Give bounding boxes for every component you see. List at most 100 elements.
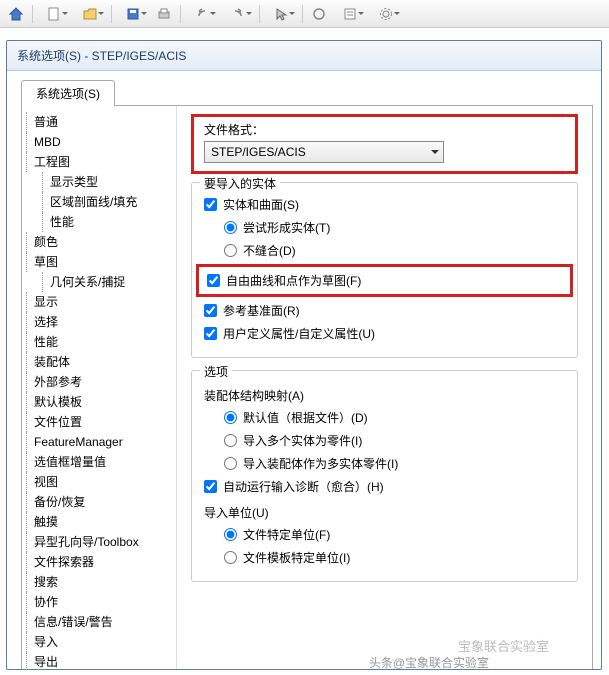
tree-item[interactable]: 文件位置 xyxy=(26,412,172,432)
tab-system-options[interactable]: 系统选项(S) xyxy=(21,80,115,106)
radio-file-units[interactable]: 文件特定单位(F) xyxy=(204,523,565,546)
tree-item[interactable]: 默认模板 xyxy=(26,392,172,412)
radio-no-stitch[interactable]: 不缝合(D) xyxy=(204,239,565,262)
tree-item[interactable]: FeatureManager xyxy=(26,432,172,452)
tree-item[interactable]: 显示类型 xyxy=(26,172,172,192)
label: 自由曲线和点作为草图(F) xyxy=(226,272,361,289)
check-ref-plane[interactable]: 参考基准面(R) xyxy=(204,299,565,322)
group-title: 选项 xyxy=(200,363,232,380)
checkbox[interactable] xyxy=(204,304,217,317)
tab-content: 普通MBD工程图显示类型区域剖面线/填充性能颜色草图几何关系/捕捉显示选择性能装… xyxy=(21,105,593,670)
label: 不缝合(D) xyxy=(243,242,296,259)
tree-item[interactable]: MBD xyxy=(26,132,172,152)
label: 文件模板特定单位(I) xyxy=(243,549,350,566)
select-icon[interactable] xyxy=(264,3,298,25)
radio-try-solid[interactable]: 尝试形成实体(T) xyxy=(204,216,565,239)
settings-pane: 文件格式： STEP/IGES/ACIS 要导入的实体 实体和曲面(S) 尝试形… xyxy=(177,106,592,669)
check-custom-props[interactable]: 用户定义属性/自定义属性(U) xyxy=(204,322,565,345)
radio-import-multi-parts[interactable]: 导入多个实体为零件(I) xyxy=(204,429,565,452)
tree-item[interactable]: 区域剖面线/填充 xyxy=(26,192,172,212)
label: 用户定义属性/自定义属性(U) xyxy=(223,325,375,342)
checkbox[interactable] xyxy=(207,274,220,287)
radio-import-assembly-multi[interactable]: 导入装配体作为多实体零件(I) xyxy=(204,452,565,475)
label: 导入装配体作为多实体零件(I) xyxy=(243,455,398,472)
label: 导入多个实体为零件(I) xyxy=(243,432,362,449)
import-units-label: 导入单位(U) xyxy=(204,498,565,523)
rebuild-icon[interactable] xyxy=(307,3,331,25)
redo-icon[interactable] xyxy=(221,3,255,25)
options-dialog: 系统选项(S) - STEP/IGES/ACIS 系统选项(S) 普通MBD工程… xyxy=(6,40,602,670)
import-entities-group: 要导入的实体 实体和曲面(S) 尝试形成实体(T) 不缝合(D) 自由曲线和 xyxy=(191,182,578,358)
tree-item[interactable]: 备份/恢复 xyxy=(26,492,172,512)
tree-item[interactable]: 信息/错误/警告 xyxy=(26,612,172,632)
tree-item[interactable]: 性能 xyxy=(26,332,172,352)
tabs-area: 系统选项(S) xyxy=(7,71,601,105)
separator xyxy=(302,5,303,23)
tree-item[interactable]: 显示 xyxy=(26,292,172,312)
radio-default-by-file[interactable]: 默认值（根据文件）(D) xyxy=(204,406,565,429)
tree-item[interactable]: 外部参考 xyxy=(26,372,172,392)
save-icon[interactable] xyxy=(116,3,150,25)
separator xyxy=(111,5,112,23)
tab-label: 系统选项(S) xyxy=(36,87,100,101)
tree-item[interactable]: 普通 xyxy=(26,112,172,132)
tree-item[interactable]: 导入 xyxy=(26,632,172,652)
radio[interactable] xyxy=(224,434,237,447)
radio[interactable] xyxy=(224,528,237,541)
home-icon[interactable] xyxy=(4,3,28,25)
label: 自动运行输入诊断（愈合）(H) xyxy=(223,478,384,495)
radio[interactable] xyxy=(224,244,237,257)
radio[interactable] xyxy=(224,221,237,234)
dialog-titlebar: 系统选项(S) - STEP/IGES/ACIS xyxy=(7,41,601,71)
radio[interactable] xyxy=(224,551,237,564)
check-solid-surface[interactable]: 实体和曲面(S) xyxy=(204,193,565,216)
app-toolbar xyxy=(0,0,609,28)
separator xyxy=(180,5,181,23)
dropdown-value: STEP/IGES/ACIS xyxy=(211,145,306,159)
options-group: 选项 装配体结构映射(A) 默认值（根据文件）(D) 导入多个实体为零件(I) … xyxy=(191,370,578,582)
tree-item[interactable]: 选值框增量值 xyxy=(26,452,172,472)
properties-icon[interactable] xyxy=(333,3,367,25)
tree-item[interactable]: 异型孔向导/Toolbox xyxy=(26,532,172,552)
tree-item[interactable]: 几何关系/捕捉 xyxy=(26,272,172,292)
tree-item[interactable]: 文件探索器 xyxy=(26,552,172,572)
label: 文件特定单位(F) xyxy=(243,526,330,543)
free-curves-highlight: 自由曲线和点作为草图(F) xyxy=(196,264,573,297)
category-tree: 普通MBD工程图显示类型区域剖面线/填充性能颜色草图几何关系/捕捉显示选择性能装… xyxy=(22,106,177,669)
tree-item[interactable]: 工程图 xyxy=(26,152,172,172)
check-auto-diagnostics[interactable]: 自动运行输入诊断（愈合）(H) xyxy=(204,475,565,498)
tree-item[interactable]: 性能 xyxy=(26,212,172,232)
print-icon[interactable] xyxy=(152,3,176,25)
file-format-label: 文件格式： xyxy=(204,121,565,138)
radio-template-units[interactable]: 文件模板特定单位(I) xyxy=(204,546,565,569)
options-gear-icon[interactable] xyxy=(369,3,403,25)
open-file-icon[interactable] xyxy=(73,3,107,25)
undo-icon[interactable] xyxy=(185,3,219,25)
checkbox[interactable] xyxy=(204,480,217,493)
tree-item[interactable]: 视图 xyxy=(26,472,172,492)
checkbox[interactable] xyxy=(204,198,217,211)
radio[interactable] xyxy=(224,411,237,424)
dialog-title: 系统选项(S) - STEP/IGES/ACIS xyxy=(17,49,186,63)
tree-item[interactable]: 装配体 xyxy=(26,352,172,372)
label: 默认值（根据文件）(D) xyxy=(243,409,368,426)
tree-item[interactable]: 触摸 xyxy=(26,512,172,532)
tree-item[interactable]: 颜色 xyxy=(26,232,172,252)
separator xyxy=(32,5,33,23)
file-format-dropdown[interactable]: STEP/IGES/ACIS xyxy=(204,141,444,163)
tree-item[interactable]: 选择 xyxy=(26,312,172,332)
check-free-curves[interactable]: 自由曲线和点作为草图(F) xyxy=(207,269,562,292)
separator xyxy=(259,5,260,23)
tree-item[interactable]: 草图 xyxy=(26,252,172,272)
label: 参考基准面(R) xyxy=(223,302,300,319)
label: 实体和曲面(S) xyxy=(223,196,299,213)
new-file-icon[interactable] xyxy=(37,3,71,25)
file-format-highlight: 文件格式： STEP/IGES/ACIS xyxy=(191,114,578,174)
tree-item[interactable]: 导出 xyxy=(26,652,172,669)
tree-item[interactable]: 搜索 xyxy=(26,572,172,592)
label: 尝试形成实体(T) xyxy=(243,219,330,236)
assembly-mapping-label: 装配体结构映射(A) xyxy=(204,381,565,406)
radio[interactable] xyxy=(224,457,237,470)
tree-item[interactable]: 协作 xyxy=(26,592,172,612)
checkbox[interactable] xyxy=(204,327,217,340)
